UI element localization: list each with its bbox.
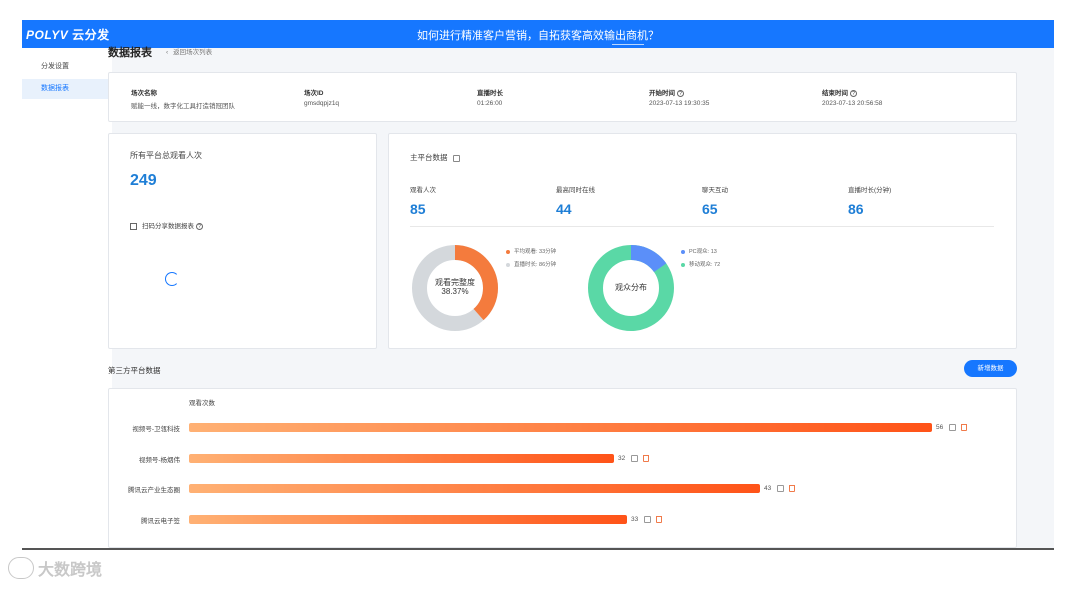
legend-dot bbox=[506, 262, 510, 267]
sidebar-item-data-report[interactable]: 数据报表 bbox=[22, 79, 112, 99]
stat-value: 44 bbox=[556, 201, 572, 217]
session-id: 场次ID gmsdqpjz1q bbox=[304, 87, 339, 107]
bar-value-label: 32 bbox=[618, 454, 626, 462]
legend-item: 直播时长: 86分钟 bbox=[506, 259, 556, 272]
legend-item: PC观众: 13 bbox=[681, 246, 720, 259]
stat-chat-interaction: 聊天互动 65 bbox=[702, 184, 728, 217]
edit-icon[interactable] bbox=[631, 454, 638, 462]
qr-scan-icon bbox=[130, 222, 137, 230]
headline-underline bbox=[612, 44, 644, 45]
bar-axis-title: 观看次数 bbox=[189, 400, 215, 407]
legend-label: 移动观众: 72 bbox=[689, 262, 721, 268]
divider bbox=[410, 226, 994, 227]
live-duration: 直播时长 01:26:00 bbox=[477, 87, 503, 107]
delete-icon[interactable] bbox=[961, 424, 967, 431]
stat-view-count: 观看人次 85 bbox=[410, 184, 436, 217]
stat-label: 聊天互动 bbox=[702, 187, 728, 194]
watermark: 大数跨境 bbox=[8, 556, 102, 582]
session-name: 场次名称 赋能一线，数字化工具打造销冠团队 bbox=[131, 87, 235, 110]
completion-center-value: 38.37% bbox=[441, 287, 469, 296]
help-icon[interactable]: ? bbox=[196, 222, 203, 230]
bar bbox=[189, 484, 760, 493]
back-to-session-list-link[interactable]: ‹ 返回场次列表 bbox=[166, 46, 212, 56]
completion-center: 观看完整度 38.37% bbox=[410, 278, 500, 296]
session-info-card: 场次名称 赋能一线，数字化工具打造销冠团队 场次ID gmsdqpjz1q 直播… bbox=[108, 72, 1017, 122]
bar-value-label: 43 bbox=[764, 485, 772, 492]
loading-spinner-icon bbox=[165, 272, 179, 286]
bar bbox=[189, 453, 614, 463]
stat-value: 85 bbox=[410, 201, 426, 217]
bar-value-label: 33 bbox=[631, 515, 639, 523]
bar-category-label: 视频号-卫瓴科技 bbox=[132, 426, 180, 433]
delete-icon[interactable] bbox=[656, 515, 662, 523]
stat-value: 65 bbox=[702, 201, 718, 217]
top-banner: POLYV 云分发 如何进行精准客户营销，自拓获客高效输出商机？ bbox=[22, 20, 1054, 48]
sidebar-item-distribution-settings[interactable]: 分发设置 bbox=[22, 57, 112, 77]
session-id-value: gmsdqpjz1q bbox=[304, 100, 340, 107]
completion-legend: 平均观看: 33分钟 直播时长: 86分钟 bbox=[506, 246, 556, 272]
session-name-label: 场次名称 bbox=[131, 90, 157, 97]
legend-label: 直播时长: 86分钟 bbox=[514, 262, 557, 268]
qr-share-report-link[interactable]: 扫码分享数据报表? bbox=[130, 220, 203, 230]
live-duration-label: 直播时长 bbox=[477, 90, 503, 97]
back-link-label: 返回场次列表 bbox=[173, 49, 213, 56]
legend-label: PC观众: 13 bbox=[689, 249, 717, 255]
legend-dot bbox=[681, 249, 685, 254]
legend-dot bbox=[681, 262, 685, 267]
add-data-button[interactable]: 新增数据 bbox=[964, 360, 1017, 377]
end-time: 结束时间? 2023-07-13 20:56:58 bbox=[822, 87, 882, 107]
end-time-value: 2023-07-13 20:56:58 bbox=[822, 100, 883, 107]
main-platform-title-text: 主平台数据 bbox=[410, 153, 448, 162]
bar-value-label: 56 bbox=[936, 424, 944, 431]
delete-icon[interactable] bbox=[643, 454, 649, 462]
main-platform-title: 主平台数据 bbox=[410, 152, 460, 163]
edit-icon[interactable] bbox=[644, 515, 651, 523]
edit-icon[interactable] bbox=[777, 485, 784, 492]
third-party-title: 第三方平台数据 bbox=[108, 366, 161, 375]
sidebar: 分发设置 数据报表 bbox=[22, 48, 112, 550]
live-duration-value: 01:26:00 bbox=[477, 100, 503, 107]
completion-center-label: 观看完整度 bbox=[435, 278, 475, 287]
third-party-bar-chart: 观看次数 视频号-卫瓴科技 56 视频号-杨烟伟 32 腾讯云产业生态圈 43 腾讯云电子签… bbox=[108, 388, 1017, 548]
audience-legend: PC观众: 13 移动观众: 72 bbox=[681, 246, 720, 272]
bar bbox=[189, 514, 627, 524]
help-icon[interactable]: ? bbox=[677, 89, 684, 97]
legend-item: 移动观众: 72 bbox=[681, 259, 720, 272]
legend-dot bbox=[506, 249, 510, 254]
total-views-label: 所有平台总观看人次 bbox=[130, 151, 202, 160]
stat-peak-online: 最高同时在线 44 bbox=[556, 184, 595, 217]
session-id-label: 场次ID bbox=[304, 90, 324, 97]
main-platform-card: 主平台数据 观看人次 85 最高同时在线 44 聊天互动 65 直播时长(分钟)… bbox=[388, 133, 1017, 349]
total-views-value: 249 bbox=[130, 172, 157, 189]
edit-icon[interactable] bbox=[452, 154, 460, 162]
stat-live-minutes: 直播时长(分钟) 86 bbox=[848, 184, 891, 217]
watermark-logo-icon bbox=[8, 557, 34, 579]
help-icon[interactable]: ? bbox=[850, 89, 857, 97]
delete-icon[interactable] bbox=[789, 485, 795, 492]
session-name-value: 赋能一线，数字化工具打造销冠团队 bbox=[131, 103, 235, 110]
total-views-card: 所有平台总观看人次 249 扫码分享数据报表? bbox=[108, 133, 377, 349]
start-time-value: 2023-07-13 19:30:35 bbox=[649, 100, 710, 107]
bar-category-label: 腾讯云产业生态圈 bbox=[128, 487, 180, 494]
legend-item: 平均观看: 33分钟 bbox=[506, 246, 556, 259]
watermark-text: 大数跨境 bbox=[38, 562, 103, 579]
chevron-left-icon: ‹ bbox=[166, 49, 169, 56]
page-title: 数据报表 bbox=[108, 47, 152, 59]
bottom-rule bbox=[22, 548, 1054, 550]
bar bbox=[189, 423, 932, 432]
bar-category-label: 视频号-杨烟伟 bbox=[138, 456, 180, 464]
qr-share-label: 扫码分享数据报表 bbox=[142, 223, 194, 230]
stat-label: 观看人次 bbox=[410, 187, 436, 194]
legend-label: 平均观看: 33分钟 bbox=[514, 249, 557, 255]
edit-icon[interactable] bbox=[949, 424, 956, 431]
end-time-label: 结束时间 bbox=[822, 90, 848, 97]
banner-headline[interactable]: 如何进行精准客户营销，自拓获客高效输出商机？ bbox=[22, 27, 1054, 43]
audience-center-label: 观众分布 bbox=[615, 283, 647, 292]
stat-label: 直播时长(分钟) bbox=[848, 187, 892, 194]
stat-value: 86 bbox=[848, 201, 864, 217]
bar-category-label: 腾讯云电子签 bbox=[141, 517, 180, 525]
start-time-label: 开始时间 bbox=[649, 90, 675, 97]
start-time: 开始时间? 2023-07-13 19:30:35 bbox=[649, 87, 709, 107]
stat-label: 最高同时在线 bbox=[556, 187, 595, 194]
